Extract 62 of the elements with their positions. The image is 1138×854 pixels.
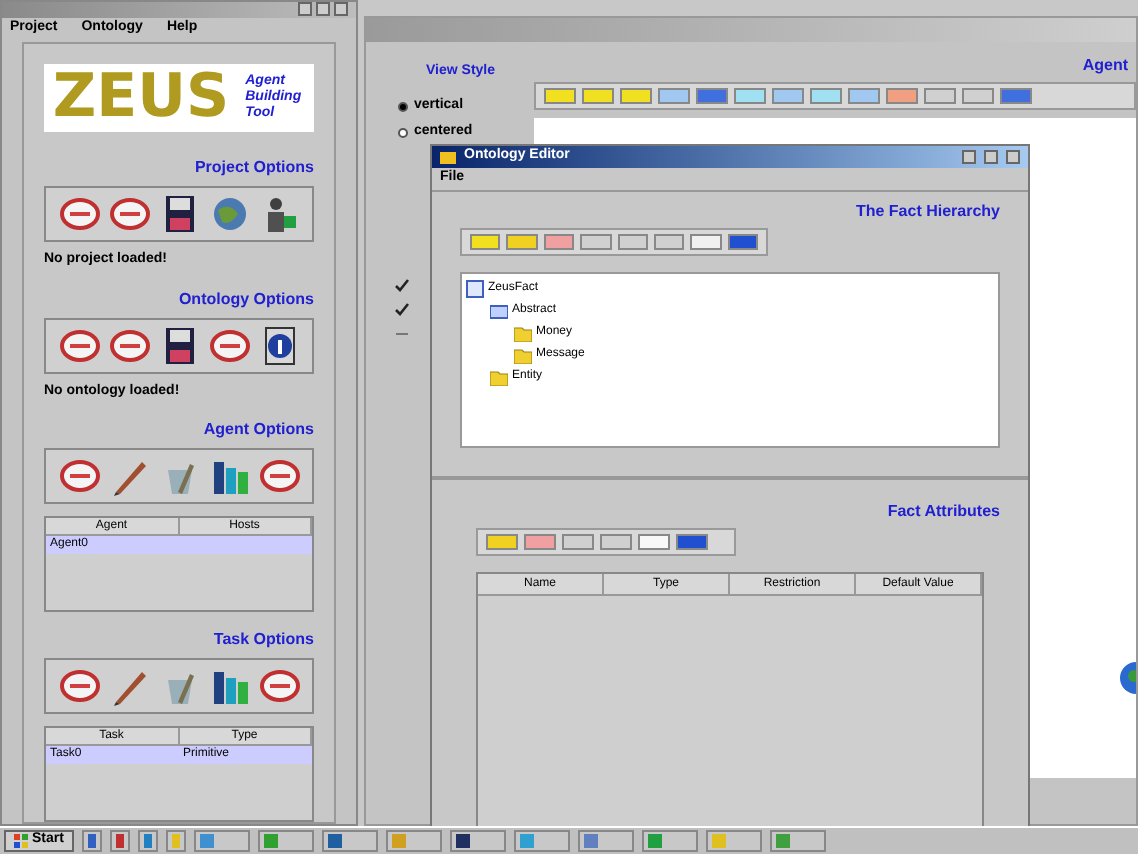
toolbar-button[interactable] <box>653 234 685 250</box>
toolbar-button[interactable] <box>810 88 842 104</box>
panel-heading: Fact Attributes <box>887 500 1000 524</box>
minimize-icon[interactable] <box>298 2 312 17</box>
toolbar-button[interactable] <box>658 88 690 104</box>
seal-icon[interactable] <box>259 456 299 496</box>
toolbar-button[interactable] <box>727 234 758 250</box>
logo-title: ZEUS <box>52 68 230 128</box>
section-heading: Task Options <box>213 628 314 652</box>
panel-heading: The Fact Hierarchy <box>855 200 1000 224</box>
root-icon <box>466 280 484 298</box>
toolbar-button[interactable] <box>848 88 880 104</box>
close-icon[interactable] <box>1006 150 1020 165</box>
seal-icon[interactable] <box>109 194 149 234</box>
toolbar-button[interactable] <box>690 234 722 250</box>
folder-icon <box>440 150 456 165</box>
toolbar-button[interactable] <box>506 234 538 250</box>
section-heading: Ontology Options <box>178 287 314 311</box>
seal-icon[interactable] <box>59 325 99 365</box>
taskbar-button[interactable] <box>321 830 378 852</box>
taskbar-button[interactable] <box>81 830 102 852</box>
toolbar-button[interactable] <box>580 234 611 250</box>
toolbar-button[interactable] <box>772 88 804 104</box>
seal-icon[interactable] <box>109 325 149 365</box>
taskbar-button[interactable] <box>449 830 506 852</box>
checkbox[interactable] <box>394 302 410 318</box>
globe-icon[interactable] <box>209 194 249 234</box>
bottles-icon[interactable] <box>209 456 249 496</box>
toolbar-button[interactable] <box>600 534 632 550</box>
toolbar-button[interactable] <box>544 88 576 104</box>
toolbar-button[interactable] <box>486 534 518 550</box>
toolbar-button[interactable] <box>620 88 652 104</box>
toolbar-button[interactable] <box>562 534 594 550</box>
info-icon[interactable] <box>259 325 299 365</box>
toolbar-button[interactable] <box>543 234 575 250</box>
maximize-icon[interactable] <box>984 150 998 165</box>
panel-heading: Agent <box>1082 54 1130 78</box>
minimize-icon[interactable] <box>962 150 976 165</box>
toolbar-button[interactable] <box>638 534 670 550</box>
section-heading: Agent Options <box>203 418 314 442</box>
seal-icon[interactable] <box>59 456 99 496</box>
maximize-icon[interactable] <box>316 2 330 17</box>
toolbar-button[interactable] <box>734 88 766 104</box>
bottles-icon[interactable] <box>209 666 249 706</box>
checkbox[interactable] <box>394 278 410 294</box>
toolbar-button[interactable] <box>962 88 994 104</box>
seal-icon[interactable] <box>59 194 99 234</box>
pencil-icon[interactable] <box>109 456 149 496</box>
toolbar-button[interactable] <box>676 534 708 550</box>
windows-logo-icon <box>14 834 28 848</box>
toolbar-button[interactable] <box>924 88 956 104</box>
section-heading: Project Options <box>194 156 314 180</box>
seal-icon[interactable] <box>209 325 249 365</box>
toolbar-button[interactable] <box>470 234 501 250</box>
toolbar-button[interactable] <box>617 234 648 250</box>
globe-icon <box>1116 662 1136 694</box>
seal-icon[interactable] <box>259 666 299 706</box>
pencil-icon[interactable] <box>109 666 149 706</box>
seal-icon[interactable] <box>59 666 99 706</box>
toolbar-button[interactable] <box>582 88 614 104</box>
taskbar-button[interactable] <box>109 830 130 852</box>
close-icon[interactable] <box>334 2 348 17</box>
